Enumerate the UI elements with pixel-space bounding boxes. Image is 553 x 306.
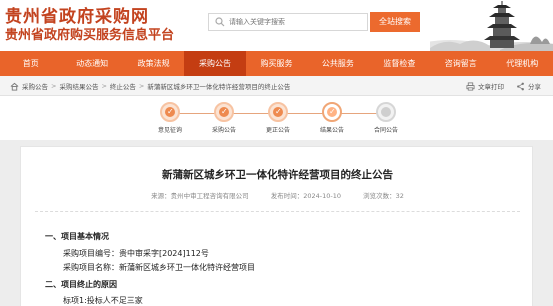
nav-item-agencies[interactable]: 代理机构 (492, 51, 553, 76)
step-label: 结果公告 (319, 127, 344, 134)
article-title: 新蒲新区城乡环卫一体化特许经营项目的终止公告 (162, 169, 393, 181)
home-icon[interactable] (10, 82, 19, 91)
article-card: 新蒲新区城乡环卫一体化特许经营项目的终止公告 来源：贵州中审工程咨询有限公司 发… (20, 146, 533, 306)
breadcrumb-item-results[interactable]: 采购结果公告 (59, 81, 98, 91)
nav-item-consultation[interactable]: 咨询留言 (430, 51, 491, 76)
step-check-icon: ✓ (214, 102, 234, 122)
share-button[interactable]: 分享 (516, 81, 541, 91)
share-label: 分享 (528, 83, 541, 91)
site-subtitle: 贵州省政府购买服务信息平台 (5, 28, 175, 43)
print-button[interactable]: 文章打印 (466, 81, 504, 91)
pagoda-illustration (430, 0, 553, 51)
meta-divider (35, 211, 520, 212)
nav-item-news[interactable]: 动态通知 (61, 51, 122, 76)
step-label: 采购公告 (211, 127, 236, 134)
breadcrumb-separator: > (51, 82, 57, 90)
search-input[interactable] (229, 15, 365, 29)
step-consultation: ✓ 意见征询 (145, 102, 195, 134)
project-name: 采购项目名称：新蒲新区城乡环卫一体化特许经营项目 (63, 263, 255, 272)
breadcrumb-bar: 采购公告 > 采购结果公告 > 终止公告 > 新蒲新区城乡环卫一体化特许经营项目… (0, 76, 553, 96)
step-label: 意见征询 (157, 127, 182, 134)
site-header: 贵州省政府采购网 贵州省政府购买服务信息平台 全站搜索 (0, 0, 553, 51)
nav-item-supervision[interactable]: 监督检查 (369, 51, 430, 76)
nav-item-home[interactable]: 首页 (0, 51, 61, 76)
step-procurement-notice: ✓ 采购公告 (199, 102, 249, 134)
section-heading-termination-reason: 二、项目终止的原因 (45, 280, 117, 289)
breadcrumb-item-procurement-notices[interactable]: 采购公告 (22, 81, 48, 91)
main-nav: 首页 动态通知 政策法规 采购公告 购买服务 公共服务 监督检查 咨询留言 代理… (0, 51, 553, 76)
step-label: 合同公告 (373, 127, 398, 134)
step-check-icon: ✓ (322, 102, 342, 122)
site-search-button[interactable]: 全站搜索 (370, 12, 420, 32)
breadcrumb-separator: > (138, 82, 145, 90)
nav-item-public-services[interactable]: 公共服务 (307, 51, 368, 76)
article-meta: 来源：贵州中审工程咨询有限公司 发布时间：2024-10-10 浏览次数：32 (21, 190, 534, 200)
nav-item-policy[interactable]: 政策法规 (123, 51, 184, 76)
breadcrumb-item-current: 新蒲新区城乡环卫一体化特许经营项目的终止公告 (147, 83, 291, 91)
breadcrumb-separator: > (101, 82, 107, 90)
step-result-notice: ✓ 结果公告 (307, 102, 357, 134)
print-label: 文章打印 (478, 83, 504, 91)
step-label: 更正公告 (265, 127, 290, 134)
printer-icon (466, 81, 475, 91)
article-views: 浏览次数：32 (363, 192, 404, 200)
article-source: 来源：贵州中审工程咨询有限公司 (151, 192, 249, 200)
article-actions: 文章打印 分享 (454, 76, 541, 96)
breadcrumb: 采购公告 > 采购结果公告 > 终止公告 > 新蒲新区城乡环卫一体化特许经营项目… (10, 76, 290, 96)
step-check-icon: ✓ (160, 102, 180, 122)
step-check-icon: ✓ (268, 102, 288, 122)
article-date: 发布时间：2024-10-10 (270, 192, 341, 200)
nav-item-purchase-services[interactable]: 购买服务 (246, 51, 307, 76)
termination-reason: 标项1:投标人不足三家 (63, 296, 143, 305)
search-icon (215, 17, 225, 27)
share-icon (517, 82, 524, 90)
breadcrumb-item-termination[interactable]: 终止公告 (110, 81, 136, 91)
page: 贵州省政府采购网 贵州省政府购买服务信息平台 全站搜索 (0, 0, 553, 306)
process-steps: ✓ 意见征询 ✓ 采购公告 ✓ 更正公告 ✓ 结果公告 合同公告 (0, 96, 553, 140)
step-pending-icon (376, 102, 396, 122)
section-heading-basic-info: 一、项目基本情况 (45, 232, 109, 241)
project-number: 采购项目编号：贵中审采字[2024]112号 (63, 249, 209, 258)
nav-item-procurement-notices[interactable]: 采购公告 (184, 51, 246, 76)
step-contract-notice: 合同公告 (361, 102, 411, 134)
step-correction-notice: ✓ 更正公告 (253, 102, 303, 134)
search-box (208, 13, 368, 31)
